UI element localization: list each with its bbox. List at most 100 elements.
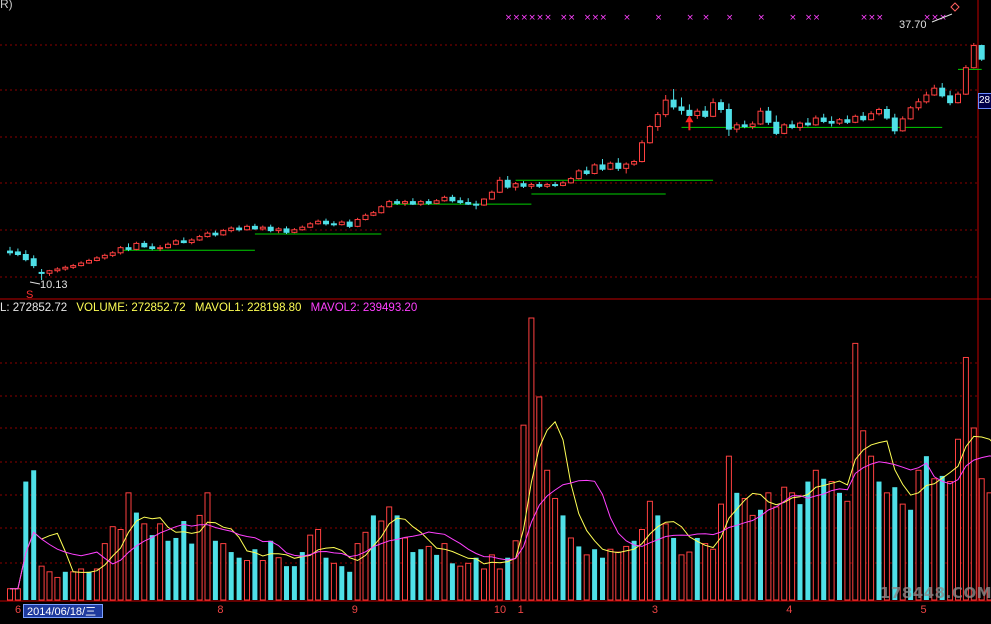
candle-body [766, 111, 771, 122]
volume-bar [331, 563, 336, 600]
candle-body [719, 103, 724, 110]
volume-bar [79, 569, 84, 600]
signal-markers: ××××××××××××××××××××××××××S [26, 3, 959, 301]
volume-bar [166, 541, 171, 600]
candle-body [268, 227, 273, 230]
candle-body [537, 185, 542, 187]
volume-bar [553, 498, 558, 600]
candle-body [173, 241, 178, 244]
signal-x-marker: × [789, 13, 797, 23]
candle-body [758, 111, 763, 124]
volume-bars[interactable] [8, 318, 991, 600]
volume-bar [458, 566, 463, 600]
month-label: 9 [352, 604, 358, 616]
candle-body [252, 226, 257, 229]
candle-body [837, 120, 842, 123]
candle-body [845, 120, 850, 123]
candle-body [292, 230, 297, 233]
volume-bar [94, 569, 99, 600]
s-marker: S [26, 289, 33, 301]
volume-bar [790, 493, 795, 600]
candle-body [126, 248, 131, 250]
candle-body [142, 243, 147, 246]
volume-bar [845, 501, 850, 600]
candle-body [624, 164, 629, 168]
candle-body [561, 183, 566, 186]
candle-body [71, 266, 76, 268]
candlestick-series[interactable] [8, 43, 985, 280]
mavol1-value: MAVOL1: 228198.80 [195, 302, 302, 314]
candle-body [576, 171, 581, 179]
candle-body [829, 121, 834, 123]
volume-bar [395, 515, 400, 600]
support-lines [121, 69, 982, 250]
candle-body [466, 202, 471, 204]
volume-bar [687, 552, 692, 600]
volume-bar [245, 561, 250, 600]
candle-body [821, 118, 826, 121]
volume-bar [173, 538, 178, 600]
volume-bar [679, 555, 684, 600]
volume-bar [932, 479, 937, 600]
candle-body [853, 116, 858, 122]
volume-bar [545, 470, 550, 600]
signal-x-marker: × [513, 13, 521, 23]
volume-bar [47, 572, 52, 600]
volume-bar [15, 589, 20, 600]
volume-bar [813, 470, 818, 600]
volume-bar [584, 555, 589, 600]
volume-bar [260, 561, 265, 600]
candle-body [300, 227, 305, 230]
volume-bar [410, 552, 415, 600]
mavol2-value: MAVOL2: 239493.20 [311, 302, 418, 314]
candle-body [782, 125, 787, 134]
signal-x-marker: × [655, 13, 663, 23]
candle-body [379, 207, 384, 213]
candle-body [15, 252, 20, 255]
candle-body [956, 94, 961, 103]
signal-x-marker: × [813, 13, 821, 23]
candle-body [640, 143, 645, 162]
volume-bar [861, 431, 866, 600]
volume-bar [23, 482, 28, 600]
stock-chart-window[interactable]: ××××××××××××××××××××××××××S 10.1337.70 R… [0, 0, 991, 619]
candle-body [529, 185, 534, 187]
volume-bar [118, 530, 123, 601]
candle-body [932, 88, 937, 95]
signal-x-marker: × [686, 13, 694, 23]
candle-body [861, 116, 866, 119]
candle-body [237, 228, 242, 230]
candle-body [426, 202, 431, 204]
volume-bar [750, 515, 755, 600]
signal-x-marker: × [876, 13, 884, 23]
candle-body [347, 222, 352, 226]
volume-bar [379, 521, 384, 600]
candle-body [31, 259, 36, 266]
candle-body [505, 180, 510, 187]
volume-bar [782, 487, 787, 600]
volume-bar [450, 563, 455, 600]
candle-body [774, 122, 779, 133]
candle-body [229, 228, 234, 231]
signal-x-marker: × [758, 13, 766, 23]
candle-body [482, 199, 487, 205]
candle-body [150, 247, 155, 249]
volume-bar [537, 397, 542, 600]
volume-bar [371, 515, 376, 600]
candle-body [798, 123, 803, 127]
candle-body [442, 197, 447, 200]
candle-body [355, 220, 360, 227]
volume-bar [403, 538, 408, 600]
candle-body [387, 202, 392, 207]
volume-bar [592, 549, 597, 600]
volume-bar [87, 572, 92, 600]
volume-bar [63, 572, 68, 600]
volume-bar [916, 470, 921, 600]
signal-x-marker: × [600, 13, 608, 23]
candle-body [245, 226, 250, 229]
volume-bar [300, 552, 305, 600]
candle-body [671, 100, 676, 107]
candle-body [963, 68, 968, 94]
volume-bar [521, 425, 526, 600]
candle-body [734, 125, 739, 129]
